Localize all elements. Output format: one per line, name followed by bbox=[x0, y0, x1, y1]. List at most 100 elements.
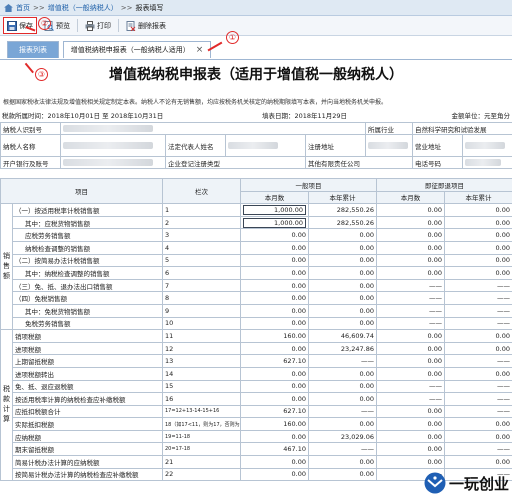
general-month-cell: 0.00 bbox=[240, 429, 309, 444]
table-row: 实际抵扣税额18（如17<11，则为17，否则为11）160.000.000.0… bbox=[1, 417, 512, 431]
delete-report-button[interactable]: 删除报表 bbox=[122, 17, 170, 34]
header-refund-year: 本年累计 bbox=[444, 190, 512, 205]
refund-year-cell: —— bbox=[444, 291, 512, 305]
printer-icon bbox=[85, 20, 95, 31]
tab-report-list[interactable]: 报表列表 bbox=[7, 41, 59, 58]
header-column-no: 栏次 bbox=[162, 177, 241, 205]
general-year-cell: 0.00 bbox=[308, 303, 377, 318]
breadcrumb-vat-link[interactable]: 增值税（一般纳税人） bbox=[48, 3, 118, 13]
refund-year-cell: —— bbox=[444, 354, 512, 368]
row-column-no: 14 bbox=[162, 366, 241, 381]
general-month-cell: 627.10 bbox=[240, 354, 309, 368]
refund-month-cell: —— bbox=[376, 303, 445, 318]
reg-type-value: 其他有限责任公司 bbox=[305, 156, 413, 169]
refund-month-cell: —— bbox=[376, 316, 445, 331]
general-year-cell: 0.00 bbox=[308, 291, 377, 305]
watermark-text: 一玩创业 bbox=[448, 474, 509, 493]
breadcrumb-current: 报表填写 bbox=[135, 3, 164, 12]
refund-month-cell: 0.00 bbox=[376, 266, 445, 280]
header-general-items: 一般项目 bbox=[240, 178, 377, 192]
general-year-cell: 0.00 bbox=[308, 316, 377, 331]
general-year-cell: —— bbox=[308, 404, 377, 419]
row-column-no: 16 bbox=[162, 392, 241, 406]
general-year-cell: 0.00 bbox=[308, 366, 377, 381]
row-item-label: 免、抵、退应退税额 bbox=[12, 379, 163, 394]
row-column-no: 18（如17<11，则为17，否则为11） bbox=[162, 417, 241, 431]
row-item-label: 进项税额转出 bbox=[12, 366, 163, 381]
refund-month-cell: 0.00 bbox=[376, 215, 445, 230]
row-item-label: （三）免、抵、退办法出口销售额 bbox=[12, 278, 163, 293]
phone-value bbox=[462, 156, 512, 169]
watermark-logo-icon bbox=[424, 472, 446, 494]
refund-month-cell: 0.00 bbox=[376, 240, 445, 255]
refund-year-cell: —— bbox=[444, 278, 512, 293]
group-sales-label: 销售额 bbox=[0, 203, 13, 331]
amount-unit-label: 金额单位：元至角分 bbox=[451, 112, 511, 120]
general-month-cell: 627.10 bbox=[240, 404, 309, 419]
annotation-1: ① bbox=[226, 31, 239, 44]
general-month-cell: 0.00 bbox=[240, 366, 309, 381]
delete-report-button-label: 删除报表 bbox=[138, 21, 166, 30]
table-row: 纳税检查调整的销售额 4 0.00 0.00 0.00 0.00 bbox=[1, 240, 512, 255]
general-year-cell: 46,609.74 bbox=[308, 329, 377, 343]
print-button[interactable]: 打印 bbox=[81, 17, 115, 34]
refund-year-cell: 0.00 bbox=[444, 366, 512, 381]
close-icon[interactable]: × bbox=[196, 45, 204, 55]
row-column-no: 2 bbox=[162, 215, 241, 230]
table-row: 上期留抵税额 13 627.10 —— 0.00 —— bbox=[1, 354, 512, 368]
breadcrumb-home-link[interactable]: 首页 bbox=[16, 3, 30, 13]
table-row: 期末留抵税额 20=17-18 467.10 —— 0.00 —— bbox=[1, 442, 512, 457]
general-month-cell: 0.00 bbox=[240, 379, 309, 394]
legal-rep-value bbox=[225, 134, 306, 157]
refund-year-cell: 0.00 bbox=[444, 455, 512, 469]
row-column-no: 1 bbox=[162, 203, 241, 217]
tab-vat-return-form[interactable]: 增值税纳税申报表（一般纳税人适用） × bbox=[63, 41, 211, 58]
toolbar: 保存 预览 打印 删除报表 bbox=[0, 16, 512, 36]
general-year-cell: 0.00 bbox=[308, 379, 377, 394]
breadcrumb: 首页 >> 增值税（一般纳税人） >> 报表填写 bbox=[0, 0, 512, 16]
refund-year-cell: 0.00 bbox=[444, 203, 512, 217]
row-column-no: 7 bbox=[162, 278, 241, 293]
general-month-cell: 160.00 bbox=[240, 329, 309, 343]
industry-label: 所属行业 bbox=[365, 122, 413, 135]
refund-year-cell: —— bbox=[444, 303, 512, 318]
row-column-no: 20=17-18 bbox=[162, 442, 241, 457]
refund-year-cell: 0.00 bbox=[444, 240, 512, 255]
row-item-label: 期末留抵税额 bbox=[12, 442, 163, 457]
row-item-label: 应税劳务销售额 bbox=[12, 228, 163, 242]
save-button[interactable]: 保存 bbox=[3, 17, 37, 34]
vat-return-table: 项目 栏次 一般项目 即征即退项目 本月数 本年累计 本月数 本年累计 销售额（… bbox=[0, 177, 512, 482]
refund-month-cell: 0.00 bbox=[376, 455, 445, 469]
taxpayer-id-label: 纳税人识别号 bbox=[0, 122, 61, 135]
home-icon bbox=[4, 3, 13, 12]
header-refund-month: 本月数 bbox=[376, 190, 445, 205]
table-row: （三）免、抵、退办法出口销售额 7 0.00 0.00 —— —— bbox=[1, 278, 512, 293]
row-column-no: 4 bbox=[162, 240, 241, 255]
taxpayer-name-label: 纳税人名称 bbox=[0, 134, 61, 157]
refund-year-cell: 0.00 bbox=[444, 417, 512, 431]
general-month-cell: 0.00 bbox=[240, 291, 309, 305]
reg-address-label: 注册地址 bbox=[305, 134, 366, 157]
sales-amount-input[interactable]: 1,000.00 bbox=[243, 217, 306, 228]
refund-year-cell: —— bbox=[444, 316, 512, 331]
breadcrumb-separator: >> bbox=[120, 3, 133, 12]
table-row: 免、抵、退应退税额 15 0.00 0.00 —— —— bbox=[1, 379, 512, 394]
row-item-label: 应纳税额 bbox=[12, 429, 163, 444]
refund-month-cell: 0.00 bbox=[376, 442, 445, 457]
tax-period-label: 税款所属时间：2018年10月01日 至 2018年10月31日 bbox=[2, 112, 164, 120]
row-item-label: 实际抵扣税额 bbox=[12, 417, 163, 431]
breadcrumb-separator: >> bbox=[33, 3, 45, 12]
table-row: 按适用税率计算的纳税检查应补缴税额 16 0.00 0.00 —— —— bbox=[1, 392, 512, 406]
bank-account-label: 开户银行及账号 bbox=[0, 156, 61, 169]
refund-month-cell: —— bbox=[376, 379, 445, 394]
table-row: （二）按简易办法计税销售额 5 0.00 0.00 0.00 0.00 bbox=[1, 253, 512, 268]
general-month-cell: 0.00 bbox=[240, 266, 309, 280]
general-year-cell: 0.00 bbox=[308, 228, 377, 242]
general-month-cell: 0.00 bbox=[240, 253, 309, 268]
annotation-2: ② bbox=[38, 17, 51, 30]
row-column-no: 6 bbox=[162, 266, 241, 280]
general-month-cell: 0.00 bbox=[240, 228, 309, 242]
save-icon bbox=[7, 20, 17, 31]
sales-amount-input[interactable]: 1,000.00 bbox=[243, 204, 306, 215]
general-month-cell: 467.10 bbox=[240, 442, 309, 457]
